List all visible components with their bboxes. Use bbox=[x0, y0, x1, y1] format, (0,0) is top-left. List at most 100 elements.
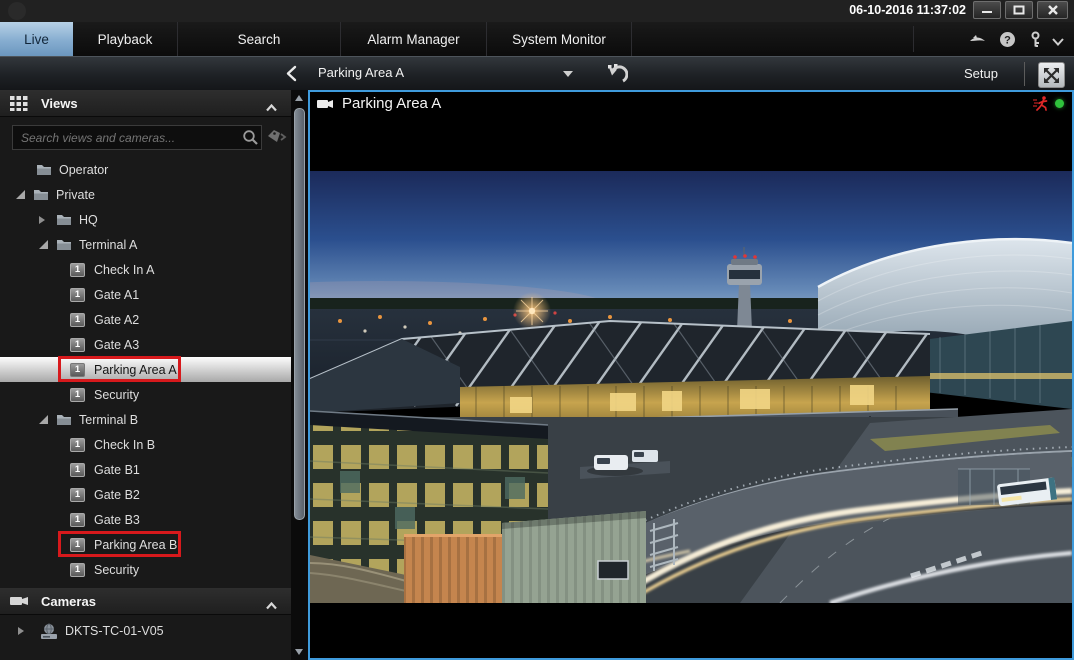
setup-label: Setup bbox=[964, 66, 998, 81]
close-icon bbox=[1047, 4, 1059, 16]
setup-button[interactable]: Setup bbox=[948, 57, 1014, 90]
tab-search-label: Search bbox=[238, 32, 281, 47]
tree-item-private[interactable]: Private bbox=[0, 182, 291, 207]
svg-text:?: ? bbox=[1004, 35, 1011, 47]
main-tabbar: Live Playback Search Alarm Manager Syste… bbox=[0, 22, 1074, 56]
chevron-down-icon[interactable] bbox=[1051, 34, 1068, 51]
tree-item-gate-a3[interactable]: 1 Gate A3 bbox=[0, 332, 291, 357]
tree-item-label: Terminal A bbox=[79, 238, 137, 252]
search-input[interactable] bbox=[12, 125, 262, 150]
fullscreen-toggle-button[interactable] bbox=[1038, 62, 1065, 88]
tree-item-gate-a1[interactable]: 1 Gate A1 bbox=[0, 282, 291, 307]
camera-icon bbox=[317, 97, 334, 109]
views-tree: Operator Private HQ Terminal A 1 Check I… bbox=[0, 157, 291, 585]
key-icon[interactable] bbox=[1027, 31, 1044, 48]
tree-item-operator[interactable]: Operator bbox=[0, 157, 291, 182]
view-layout-icon: 1 bbox=[70, 488, 85, 502]
tree-item-parking-area-b[interactable]: 1 Parking Area B bbox=[0, 532, 291, 557]
tree-item-label: Gate A1 bbox=[94, 288, 139, 302]
view-selector-value: Parking Area A bbox=[318, 65, 404, 80]
smart-client-window: 06-10-2016 11:37:02 Live Playback Search… bbox=[0, 0, 1074, 660]
view-layout-icon: 1 bbox=[70, 263, 85, 277]
search-icon bbox=[242, 129, 259, 146]
tree-item-check-in-a[interactable]: 1 Check In A bbox=[0, 257, 291, 282]
tab-playback[interactable]: Playback bbox=[73, 22, 178, 56]
tree-item-gate-b1[interactable]: 1 Gate B1 bbox=[0, 457, 291, 482]
scroll-up-arrow-icon[interactable] bbox=[295, 95, 303, 101]
view-toolbar: Parking Area A Setup bbox=[0, 56, 1074, 90]
minimize-button[interactable] bbox=[973, 1, 1001, 19]
search-area bbox=[0, 117, 291, 157]
expand-arrows-icon bbox=[1043, 67, 1060, 84]
expander-open-icon[interactable] bbox=[39, 240, 48, 249]
tab-alarm-manager[interactable]: Alarm Manager bbox=[341, 22, 487, 56]
views-panel-title: Views bbox=[41, 96, 78, 111]
tree-item-hq[interactable]: HQ bbox=[0, 207, 291, 232]
tree-item-label: Operator bbox=[59, 163, 108, 177]
tab-live-label: Live bbox=[24, 32, 49, 47]
folder-icon bbox=[36, 163, 52, 176]
expander-closed-icon[interactable] bbox=[18, 627, 24, 635]
view-layout-icon: 1 bbox=[70, 538, 85, 552]
tree-item-label: Check In A bbox=[94, 263, 154, 277]
view-layout-icon: 1 bbox=[70, 563, 85, 577]
tree-item-gate-a2[interactable]: 1 Gate A2 bbox=[0, 307, 291, 332]
camera-video-image[interactable] bbox=[310, 171, 1072, 603]
view-layout-icon: 1 bbox=[70, 513, 85, 527]
tab-playback-label: Playback bbox=[98, 32, 153, 47]
tree-item-label: Gate B2 bbox=[94, 488, 140, 502]
views-panel-header[interactable]: Views bbox=[0, 90, 291, 117]
tab-system-monitor-label: System Monitor bbox=[512, 32, 606, 47]
tree-item-security-b[interactable]: 1 Security bbox=[0, 557, 291, 582]
folder-icon bbox=[33, 188, 49, 201]
views-grid-icon bbox=[10, 95, 29, 111]
cameras-panel-header[interactable]: Cameras bbox=[0, 588, 291, 615]
toolbar-divider bbox=[1024, 62, 1025, 86]
tab-system-monitor[interactable]: System Monitor bbox=[487, 22, 632, 56]
view-layout-icon: 1 bbox=[70, 388, 85, 402]
connection-status-icon[interactable] bbox=[969, 31, 986, 48]
expander-closed-icon[interactable] bbox=[39, 216, 45, 224]
expander-open-icon[interactable] bbox=[16, 190, 25, 199]
sidebar: Views Operator Private bbox=[0, 90, 291, 660]
tree-item-terminal-b[interactable]: Terminal B bbox=[0, 407, 291, 432]
tree-item-label: HQ bbox=[79, 213, 98, 227]
view-layout-icon: 1 bbox=[70, 313, 85, 327]
window-titlebar: 06-10-2016 11:37:02 bbox=[0, 0, 1074, 22]
folder-icon bbox=[56, 213, 72, 226]
tree-item-gate-b2[interactable]: 1 Gate B2 bbox=[0, 482, 291, 507]
view-layout-icon: 1 bbox=[70, 338, 85, 352]
view-layout-icon: 1 bbox=[70, 363, 85, 377]
scrollbar-thumb[interactable] bbox=[294, 108, 305, 520]
tab-search[interactable]: Search bbox=[178, 22, 341, 56]
tree-item-parking-area-a[interactable]: 1 Parking Area A bbox=[0, 357, 291, 382]
sidebar-scrollbar[interactable] bbox=[291, 90, 308, 660]
scroll-down-arrow-icon[interactable] bbox=[295, 649, 303, 655]
maximize-icon bbox=[1013, 4, 1025, 16]
close-button[interactable] bbox=[1037, 1, 1068, 19]
tab-alarm-manager-label: Alarm Manager bbox=[367, 32, 459, 47]
maximize-button[interactable] bbox=[1005, 1, 1033, 19]
tree-item-gate-b3[interactable]: 1 Gate B3 bbox=[0, 507, 291, 532]
dropdown-caret-icon bbox=[563, 71, 573, 77]
clock: 06-10-2016 11:37:02 bbox=[849, 3, 966, 17]
tree-item-label: Private bbox=[56, 188, 95, 202]
collapse-sidebar-chevron-icon[interactable] bbox=[284, 65, 300, 82]
camera-server-item[interactable]: DKTS-TC-01-V05 bbox=[0, 618, 291, 644]
tree-item-terminal-a[interactable]: Terminal A bbox=[0, 232, 291, 257]
tree-item-security-a[interactable]: 1 Security bbox=[0, 382, 291, 407]
tree-item-check-in-b[interactable]: 1 Check In B bbox=[0, 432, 291, 457]
expander-open-icon[interactable] bbox=[39, 415, 48, 424]
camera-server-label: DKTS-TC-01-V05 bbox=[65, 624, 164, 638]
camera-tile-parking-area-a[interactable]: Parking Area A bbox=[308, 90, 1074, 660]
views-collapse-chevron-icon[interactable] bbox=[266, 99, 277, 107]
view-shortcut-icon[interactable] bbox=[606, 63, 628, 85]
help-icon[interactable]: ? bbox=[999, 31, 1016, 48]
folder-icon bbox=[56, 413, 72, 426]
tree-item-label: Terminal B bbox=[79, 413, 138, 427]
tab-live[interactable]: Live bbox=[0, 22, 73, 56]
cameras-collapse-chevron-icon[interactable] bbox=[266, 597, 277, 605]
folder-icon bbox=[56, 238, 72, 251]
tree-item-label: Gate B1 bbox=[94, 463, 140, 477]
tag-filter-icon[interactable] bbox=[267, 129, 287, 145]
